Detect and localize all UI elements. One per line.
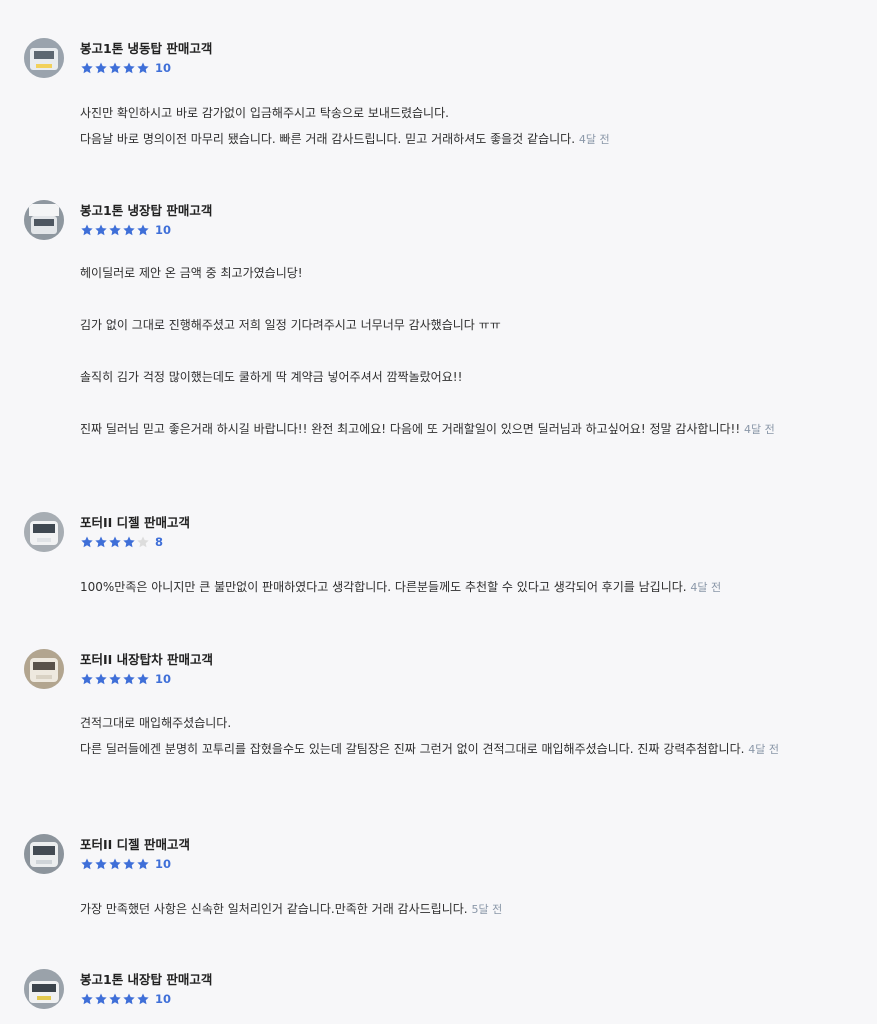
star-icon (122, 992, 136, 1006)
review-title: 봉고1톤 내장탑 판매고객 (80, 972, 213, 987)
review-title: 포터II 내장탑차 판매고객 (80, 652, 214, 667)
review-body: 가장 만족했던 사항은 신속한 일처리인거 같습니다.만족한 거래 감사드립니다… (80, 896, 850, 923)
review-time: 4달 전 (578, 133, 610, 146)
star-icon (80, 61, 94, 75)
review-time: 4달 전 (748, 743, 779, 756)
star-icon (108, 61, 122, 75)
rating: 8 (80, 534, 163, 550)
star-icon (122, 672, 136, 686)
rating: 10 (80, 671, 171, 687)
star-icon (136, 992, 150, 1006)
star-icon (80, 857, 94, 871)
review-text: 다른 딜러들에겐 분명히 꼬투리를 잡혔을수도 있는데 갈팀장은 진짜 그런거 … (80, 742, 745, 756)
rating-score: 10 (155, 61, 172, 75)
rating-score: 8 (155, 535, 164, 549)
star-icon (122, 535, 136, 549)
star-icon (94, 223, 108, 237)
star-icon (108, 857, 122, 871)
star-icon (122, 223, 136, 237)
review-body: 견적그대로 매입해주셨습니다. 다른 딜러들에겐 분명히 꼬투리를 잡혔을수도 … (80, 710, 850, 763)
review-body: 사진만 확인하시고 바로 감가없이 입금해주시고 탁송으로 보내드렸습니다. 다… (80, 100, 850, 153)
star-icon (80, 672, 94, 686)
review-time: 4달 전 (690, 581, 722, 594)
review-title: 포터II 디젤 판매고객 (80, 837, 191, 852)
review-body: 100%만족은 아니지만 큰 불만없이 판매하였다고 생각합니다. 다른분들께도… (80, 574, 850, 601)
star-icon (108, 672, 122, 686)
star-icon (80, 223, 94, 237)
review-text: 100%만족은 아니지만 큰 불만없이 판매하였다고 생각합니다. 다른분들께도… (80, 580, 687, 594)
star-rating (80, 992, 150, 1006)
star-icon (122, 61, 136, 75)
review-body: 헤이딜러로 제안 온 금액 중 최고가였습니당! 김가 없이 그대로 진행해주셨… (80, 260, 850, 443)
star-rating (80, 61, 150, 75)
review-text: 다음날 바로 명의이전 마무리 됐습니다. 빠른 거래 감사드립니다. 믿고 거… (80, 132, 576, 146)
vehicle-avatar (24, 512, 64, 552)
review-title: 봉고1톤 냉장탑 판매고객 (80, 203, 213, 218)
star-icon (136, 223, 150, 237)
star-icon (94, 535, 108, 549)
rating: 10 (80, 222, 171, 238)
rating-score: 10 (155, 672, 172, 686)
star-icon (108, 992, 122, 1006)
star-rating (80, 672, 150, 686)
rating: 10 (80, 60, 171, 76)
rating: 10 (80, 856, 171, 872)
star-rating (80, 857, 150, 871)
review-text: 솔직히 김가 걱정 많이했는데도 쿨하게 딱 계약금 넣어주셔서 깜짝놀랐어요!… (80, 370, 463, 384)
star-icon (136, 672, 150, 686)
rating-score: 10 (155, 857, 172, 871)
review-time: 4달 전 (744, 423, 775, 436)
star-icon (94, 61, 108, 75)
review-text: 견적그대로 매입해주셨습니다. (80, 716, 232, 730)
review-text: 사진만 확인하시고 바로 감가없이 입금해주시고 탁송으로 보내드렸습니다. (80, 106, 449, 120)
rating-score: 10 (155, 992, 172, 1006)
rating-score: 10 (155, 223, 172, 237)
review-text: 김가 없이 그대로 진행해주셨고 저희 일정 기다려주시고 너무너무 감사했습니… (80, 318, 501, 332)
review-text: 진짜 딜러님 믿고 좋은거래 하시길 바랍니다!! 완전 최고에요! 다음에 또… (80, 422, 741, 436)
vehicle-avatar (24, 834, 64, 874)
vehicle-avatar (24, 649, 64, 689)
star-rating (80, 535, 150, 549)
star-icon (136, 535, 150, 549)
star-icon (80, 992, 94, 1006)
star-icon (122, 857, 136, 871)
star-icon (80, 535, 94, 549)
review-title: 포터II 디젤 판매고객 (80, 515, 191, 530)
star-rating (80, 223, 150, 237)
vehicle-avatar (24, 38, 64, 78)
star-icon (136, 61, 150, 75)
review-title: 봉고1톤 냉동탑 판매고객 (80, 41, 213, 56)
star-icon (94, 857, 108, 871)
vehicle-avatar (24, 200, 64, 240)
star-icon (136, 857, 150, 871)
vehicle-avatar (24, 969, 64, 1009)
review-text: 헤이딜러로 제안 온 금액 중 최고가였습니당! (80, 266, 303, 280)
rating: 10 (80, 991, 171, 1007)
star-icon (108, 535, 122, 549)
star-icon (94, 992, 108, 1006)
star-icon (108, 223, 122, 237)
review-text: 가장 만족했던 사항은 신속한 일처리인거 같습니다.만족한 거래 감사드립니다… (80, 902, 468, 916)
review-time: 5달 전 (471, 903, 503, 916)
star-icon (94, 672, 108, 686)
